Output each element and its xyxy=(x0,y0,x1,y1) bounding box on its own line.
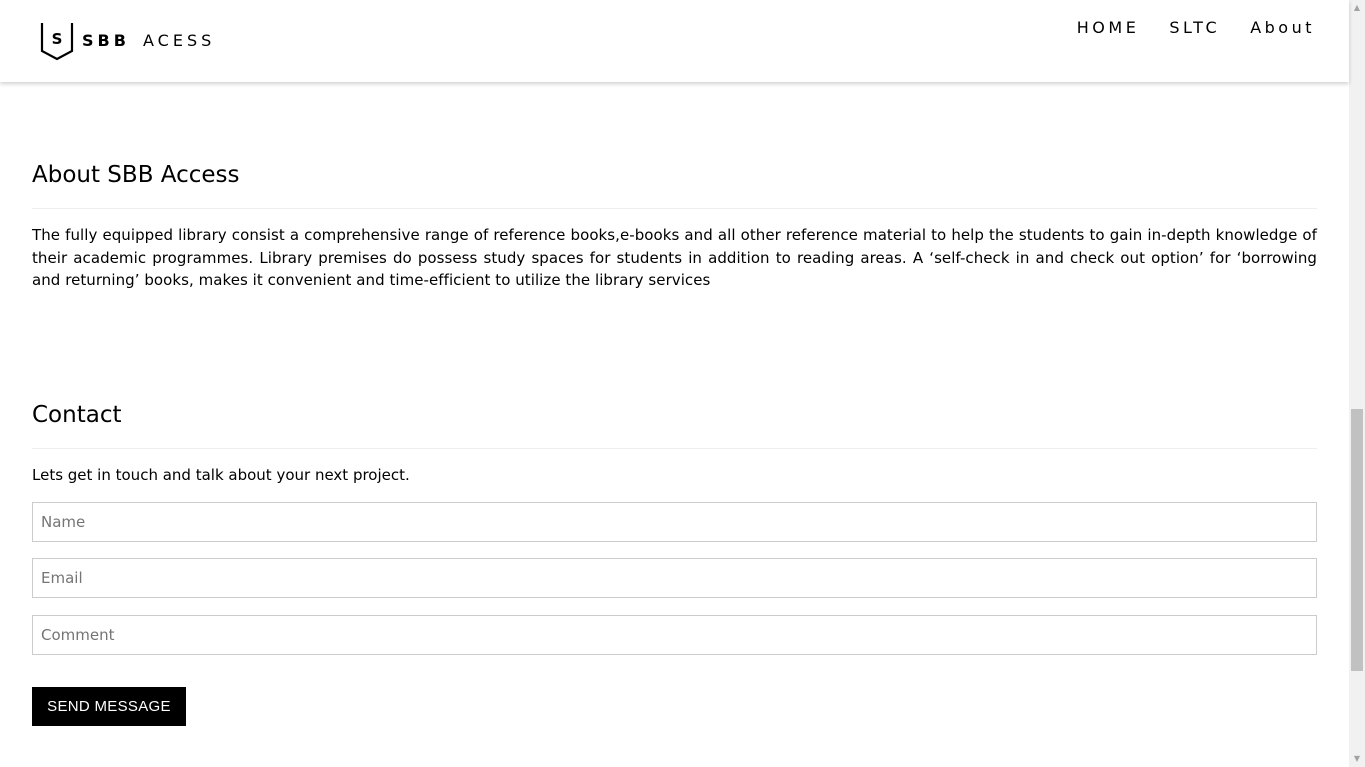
logo-text: SBB ACESS xyxy=(82,33,215,49)
chevron-down-icon[interactable]: ▼ xyxy=(1349,751,1365,767)
chevron-up-icon[interactable]: ▲ xyxy=(1349,0,1365,16)
logo-letter: S xyxy=(52,30,63,48)
nav-link-sltc[interactable]: SLTC xyxy=(1139,18,1220,38)
scrollbar-thumb[interactable] xyxy=(1351,409,1363,671)
contact-section-title: Contact xyxy=(32,402,122,428)
comment-input[interactable] xyxy=(32,615,1317,655)
name-input[interactable] xyxy=(32,502,1317,542)
shield-logo-icon: S xyxy=(40,23,74,61)
contact-intro-text: Lets get in touch and talk about your ne… xyxy=(32,466,410,484)
send-message-button[interactable]: SEND MESSAGE xyxy=(32,687,186,726)
main-nav: HOME SLTC About xyxy=(1047,18,1315,38)
about-divider xyxy=(32,208,1317,209)
nav-link-home[interactable]: HOME xyxy=(1047,18,1140,38)
logo-text-bold: SBB xyxy=(82,31,130,50)
logo-text-light: ACESS xyxy=(143,31,216,50)
site-logo[interactable]: S SBB ACESS xyxy=(40,21,215,61)
top-navbar: S SBB ACESS HOME SLTC About xyxy=(0,0,1349,82)
contact-divider xyxy=(32,448,1317,449)
nav-link-about[interactable]: About xyxy=(1220,18,1315,38)
about-description: The fully equipped library consist a com… xyxy=(32,226,1317,289)
page: S SBB ACESS HOME SLTC About About SBB Ac… xyxy=(0,0,1365,767)
about-section-title: About SBB Access xyxy=(32,162,240,188)
email-input[interactable] xyxy=(32,558,1317,598)
page-scrollbar[interactable]: ▲ ▼ xyxy=(1349,0,1365,767)
